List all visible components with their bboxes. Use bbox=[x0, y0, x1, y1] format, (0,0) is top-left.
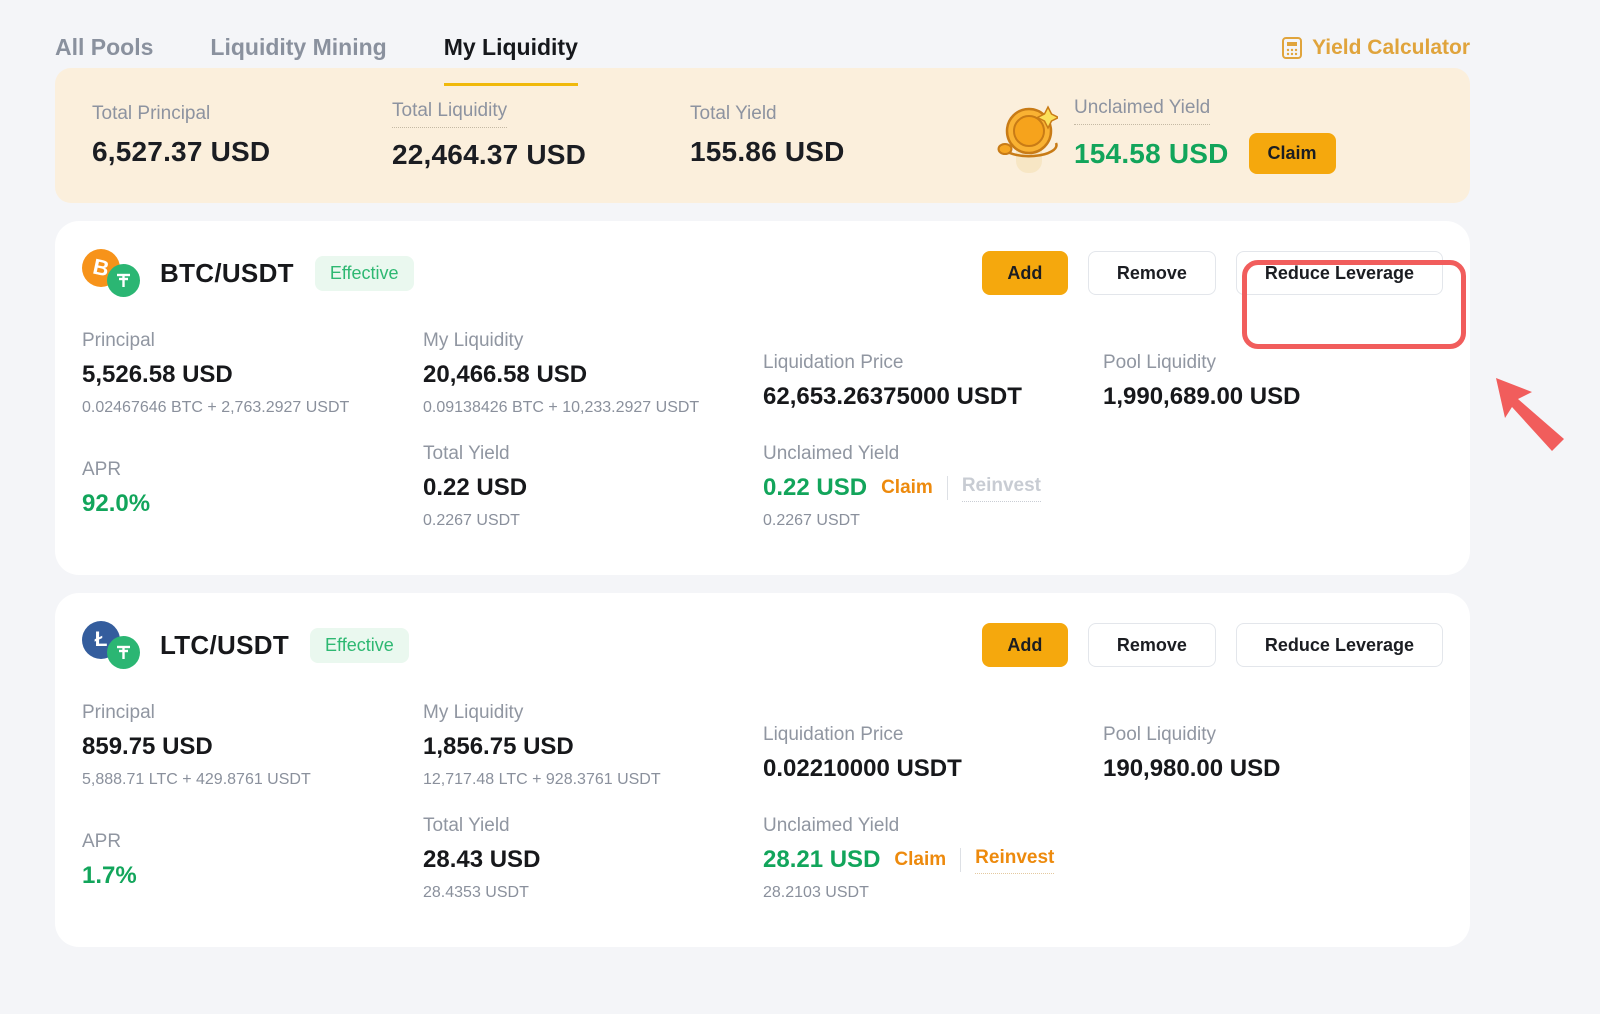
reinvest-link[interactable]: Reinvest bbox=[975, 847, 1054, 874]
apr-stat: APR 92.0% bbox=[82, 443, 423, 530]
unclaimed-yield-value: 154.58 USD bbox=[1074, 138, 1229, 170]
usdt-coin-icon bbox=[107, 264, 140, 297]
claim-link[interactable]: Claim bbox=[881, 477, 933, 499]
remove-button[interactable]: Remove bbox=[1088, 251, 1216, 295]
pool-card-ltc-usdt: Ł LTC/USDT Effective Add Remove Reduce L… bbox=[55, 593, 1470, 947]
total-yield: Total Yield 155.86 USD bbox=[690, 103, 938, 168]
reduce-leverage-button[interactable]: Reduce Leverage bbox=[1236, 251, 1443, 295]
tab-all-pools[interactable]: All Pools bbox=[55, 34, 153, 83]
principal-stat: Principal 859.75 USD 5,888.71 LTC + 429.… bbox=[82, 702, 423, 789]
unclaimed-yield-stat: Unclaimed Yield 28.21 USD Claim Reinvest… bbox=[763, 815, 1103, 902]
yield-calculator-label: Yield Calculator bbox=[1312, 36, 1470, 60]
claim-link[interactable]: Claim bbox=[894, 849, 946, 871]
total-principal: Total Principal 6,527.37 USD bbox=[92, 103, 392, 168]
reduce-leverage-button[interactable]: Reduce Leverage bbox=[1236, 623, 1443, 667]
total-yield-stat: Total Yield 0.22 USD 0.2267 USDT bbox=[423, 443, 763, 530]
usdt-coin-icon bbox=[107, 636, 140, 669]
annotation-arrow-icon bbox=[1486, 372, 1570, 461]
principal-stat: Principal 5,526.58 USD 0.02467646 BTC + … bbox=[82, 330, 423, 417]
status-badge: Effective bbox=[310, 628, 409, 663]
unclaimed-yield-stat: Unclaimed Yield 0.22 USD Claim Reinvest … bbox=[763, 443, 1103, 530]
pool-liquidity-stat: Pool Liquidity 1,990,689.00 USD bbox=[1103, 330, 1443, 417]
add-button[interactable]: Add bbox=[982, 251, 1068, 295]
pool-card-btc-usdt: B BTC/USDT Effective Add Remove Reduce L… bbox=[55, 221, 1470, 575]
calculator-icon bbox=[1281, 36, 1303, 60]
total-principal-value: 6,527.37 USD bbox=[92, 136, 392, 168]
tab-bar: All Pools Liquidity Mining My Liquidity … bbox=[55, 0, 1470, 64]
total-liquidity: Total Liquidity 22,464.37 USD bbox=[392, 100, 690, 171]
my-liquidity-stat: My Liquidity 1,856.75 USD 12,717.48 LTC … bbox=[423, 702, 763, 789]
pair-icons: B bbox=[82, 249, 142, 297]
yield-calculator-link[interactable]: Yield Calculator bbox=[1281, 36, 1470, 60]
pair-name: LTC/USDT bbox=[160, 630, 289, 661]
liquidation-price-stat: Liquidation Price 0.02210000 USDT bbox=[763, 702, 1103, 789]
my-liquidity-stat: My Liquidity 20,466.58 USD 0.09138426 BT… bbox=[423, 330, 763, 417]
my-liquidity-page: All Pools Liquidity Mining My Liquidity … bbox=[0, 0, 1600, 1014]
total-principal-label: Total Principal bbox=[92, 103, 392, 125]
summary-bar: Total Principal 6,527.37 USD Total Liqui… bbox=[55, 68, 1470, 203]
total-yield-value: 155.86 USD bbox=[690, 136, 938, 168]
status-badge: Effective bbox=[315, 256, 414, 291]
pool-liquidity-stat: Pool Liquidity 190,980.00 USD bbox=[1103, 702, 1443, 789]
pair-name: BTC/USDT bbox=[160, 258, 294, 289]
add-button[interactable]: Add bbox=[982, 623, 1068, 667]
total-liquidity-label: Total Liquidity bbox=[392, 100, 507, 128]
unclaimed-yield-label: Unclaimed Yield bbox=[1074, 97, 1210, 125]
tab-my-liquidity[interactable]: My Liquidity bbox=[444, 34, 578, 86]
pair-icons: Ł bbox=[82, 621, 142, 669]
claim-button[interactable]: Claim bbox=[1249, 133, 1336, 174]
total-liquidity-value: 22,464.37 USD bbox=[392, 139, 690, 171]
tab-liquidity-mining[interactable]: Liquidity Mining bbox=[210, 34, 386, 83]
liquidation-price-stat: Liquidation Price 62,653.26375000 USDT bbox=[763, 330, 1103, 417]
total-yield-label: Total Yield bbox=[690, 103, 938, 125]
apr-stat: APR 1.7% bbox=[82, 815, 423, 902]
gold-coin-icon bbox=[996, 97, 1058, 175]
total-yield-stat: Total Yield 28.43 USD 28.4353 USDT bbox=[423, 815, 763, 902]
unclaimed-yield-summary: Unclaimed Yield 154.58 USD Claim bbox=[1074, 97, 1336, 174]
remove-button[interactable]: Remove bbox=[1088, 623, 1216, 667]
reinvest-link[interactable]: Reinvest bbox=[962, 475, 1041, 502]
